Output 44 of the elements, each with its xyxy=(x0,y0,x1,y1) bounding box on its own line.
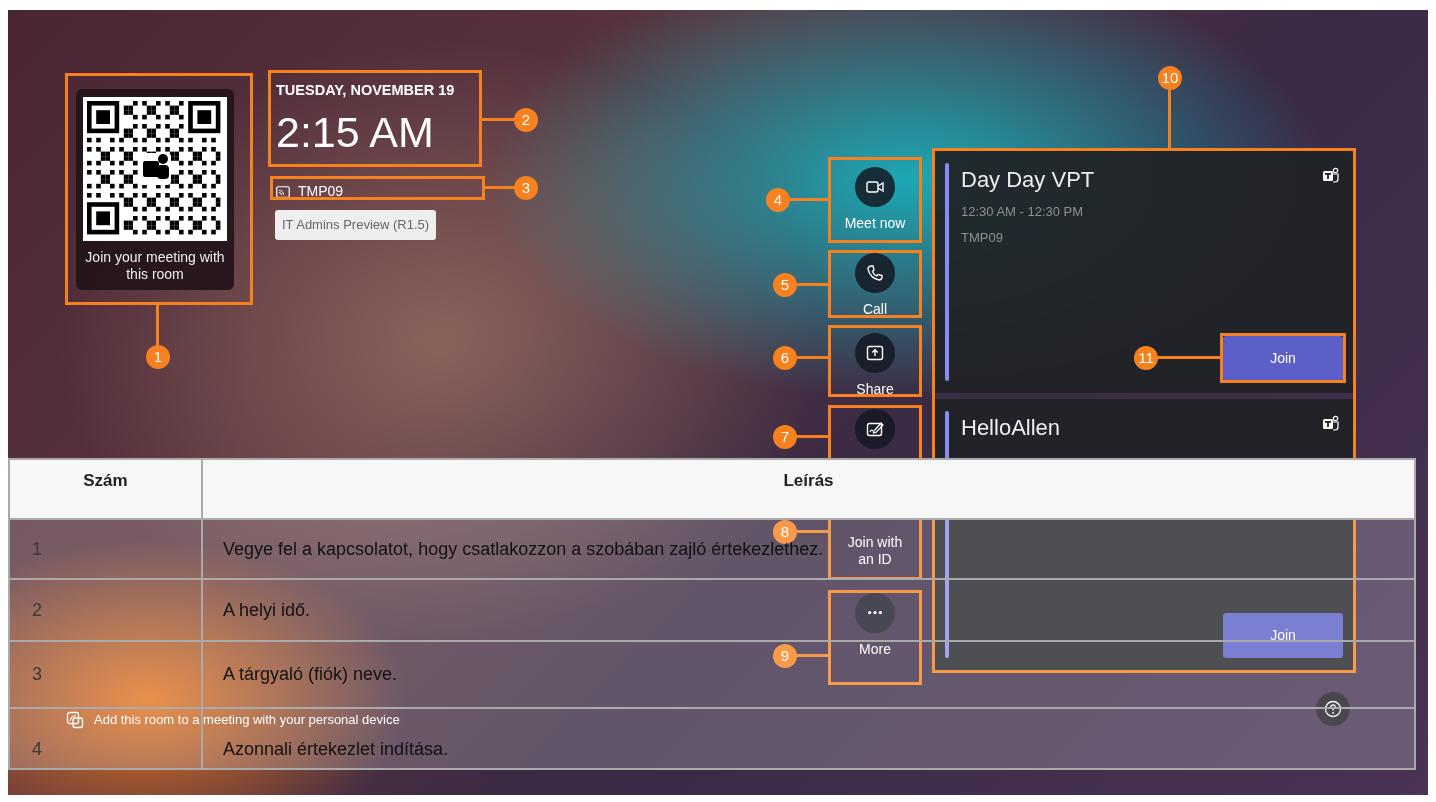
help-icon xyxy=(1324,700,1342,718)
join-button[interactable]: Join xyxy=(1223,336,1343,381)
cast-icon xyxy=(276,185,290,198)
meeting-room: TMP09 xyxy=(961,228,1004,247)
meeting-time: 12:30 AM - 12:30 PM xyxy=(961,203,1085,221)
column-header: Szám xyxy=(9,459,202,519)
leader-line xyxy=(482,118,515,121)
help-button[interactable] xyxy=(1316,692,1350,726)
action-button[interactable]: Share xyxy=(831,328,919,398)
leader-line xyxy=(1158,356,1220,359)
callout-number: 9 xyxy=(773,644,797,668)
callout-number: 3 xyxy=(514,176,538,200)
callout-number: 7 xyxy=(773,425,797,449)
callout-number: 4 xyxy=(766,188,790,212)
action-button[interactable]: Join with an ID xyxy=(831,521,919,577)
join-button[interactable]: Join xyxy=(1223,613,1343,658)
screen-share-icon xyxy=(865,343,885,363)
logo-icon xyxy=(1322,167,1339,183)
callout-number: 5 xyxy=(773,273,797,297)
meeting-title: HelloAllen xyxy=(961,414,1061,442)
table-cell: 3 xyxy=(9,641,202,708)
table-cell: 2 xyxy=(9,579,202,641)
time-text: 2:15 AM xyxy=(276,107,434,156)
room-name: TMP09 xyxy=(298,182,344,201)
action-button[interactable]: More xyxy=(831,593,919,682)
action-button[interactable]: Call xyxy=(831,253,919,318)
device-icon xyxy=(66,710,84,729)
meeting-title: Day Day VPT xyxy=(961,166,1095,194)
callout-number: 1 xyxy=(146,345,170,369)
footer-hint: Add this room to a meeting with your personal device xyxy=(94,711,400,729)
logo-icon xyxy=(1322,415,1339,431)
leader-line xyxy=(485,186,515,189)
callout-number: 2 xyxy=(514,108,538,132)
column-header: Leírás xyxy=(202,459,1415,519)
phone-icon xyxy=(865,263,885,283)
table-cell: 1 xyxy=(9,519,202,579)
callout-number: 10 xyxy=(1158,66,1182,90)
more-icon xyxy=(868,611,882,615)
callout-number: 6 xyxy=(773,346,797,370)
action-button[interactable]: Meet now xyxy=(831,160,919,240)
qr-caption: Join your meeting with this room xyxy=(84,249,226,283)
leader-line xyxy=(156,305,159,345)
build-badge: IT Admins Preview (R1.5) xyxy=(275,210,437,240)
date-text: TUESDAY, NOVEMBER 19 xyxy=(276,81,455,100)
